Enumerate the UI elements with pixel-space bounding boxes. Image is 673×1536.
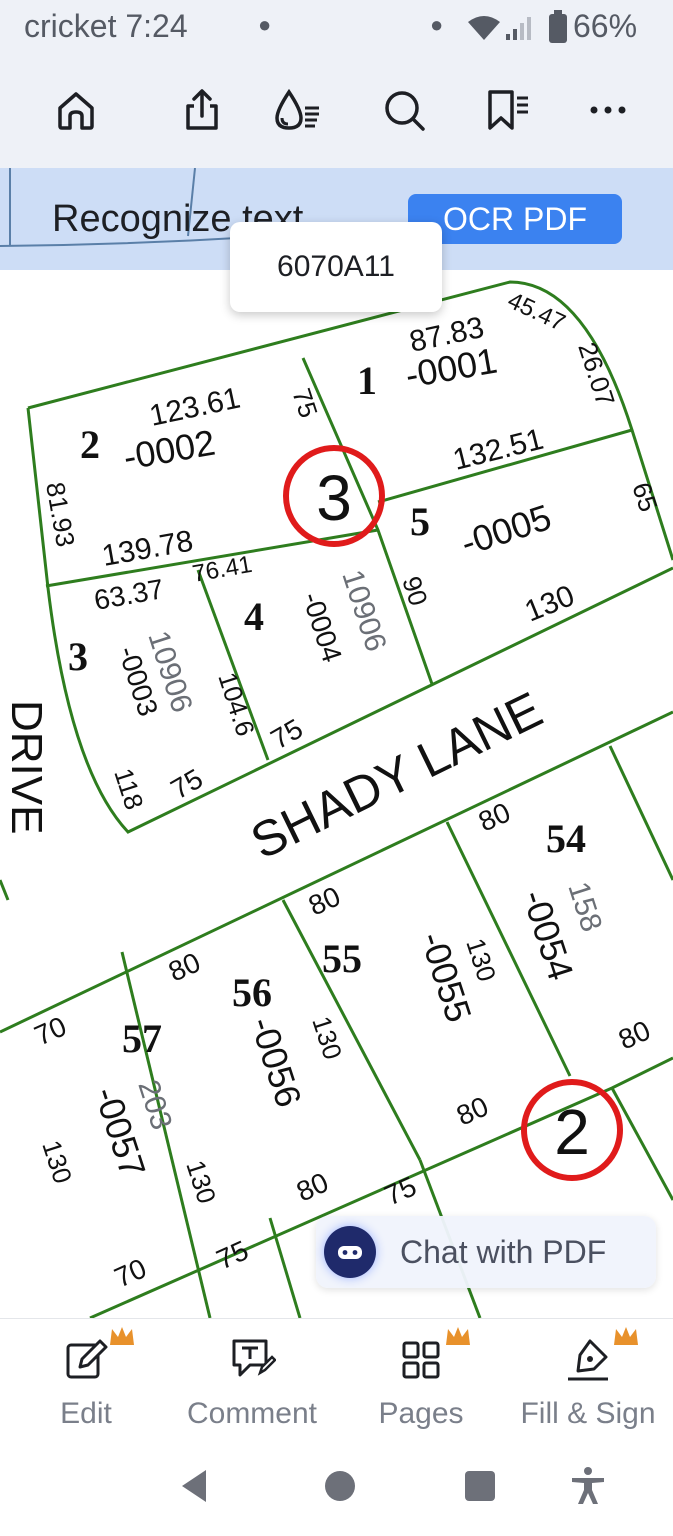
notification-dot-icon: ● (258, 12, 272, 37)
lot-number-57: 57 (122, 1016, 162, 1061)
dim-80-lot56-bottom: 80 (292, 1166, 333, 1207)
premium-crown-icon (110, 1327, 134, 1345)
dim-118: 118 (108, 765, 149, 814)
selection-tooltip[interactable]: 6070A11 (230, 222, 442, 312)
marker-label-3: 3 (316, 462, 352, 534)
lot-number-56: 56 (232, 970, 272, 1015)
chat-with-pdf-button[interactable]: Chat with PDF (316, 1216, 656, 1288)
lot-number-5: 5 (410, 499, 430, 544)
pdf-toolbar (0, 64, 673, 168)
edit-label: Edit (60, 1397, 112, 1430)
back-icon[interactable] (176, 1466, 216, 1506)
home-nav-icon[interactable] (320, 1466, 360, 1506)
dim-81-93: 81.93 (40, 480, 81, 549)
fill-sign-label: Fill & Sign (520, 1397, 656, 1430)
recents-icon[interactable] (460, 1466, 500, 1506)
status-bar: cricket 7:24 ● ● 66% (0, 0, 673, 64)
dim-80-lot54-bottom: 80 (614, 1014, 655, 1055)
notification-dot-icon: ● (430, 12, 444, 37)
lot-id-0004: -0004 (296, 588, 348, 666)
lot-number-54: 54 (546, 816, 586, 861)
battery-icon (549, 10, 567, 43)
marker-label-2: 2 (554, 1096, 590, 1168)
fill-sign-icon (568, 1339, 608, 1381)
lot-number-4: 4 (244, 594, 264, 639)
status-carrier-time: cricket 7:24 (24, 8, 188, 45)
more-icon (590, 106, 626, 114)
lot-number-3: 3 (68, 634, 88, 679)
dim-45-47: 45.47 (503, 287, 569, 337)
carrier-label: cricket (24, 8, 117, 44)
comment-icon (232, 1339, 276, 1377)
street-label-drive: DRIVE (2, 700, 51, 834)
bookmark-list-icon (488, 90, 528, 130)
dim-75-lower: 75 (212, 1234, 253, 1275)
chat-with-pdf-label: Chat with PDF (400, 1234, 607, 1270)
dim-90: 90 (396, 573, 433, 610)
dim-76-41: 76.41 (190, 551, 254, 588)
lot-number-55: 55 (322, 936, 362, 981)
ai-bot-icon (324, 1226, 376, 1278)
ink-icon (275, 88, 319, 130)
home-icon (58, 92, 94, 130)
lot-id-0005: -0005 (456, 496, 556, 563)
street-label-shady-lane: SHADY LANE (242, 681, 550, 870)
dim-75-lot3: 75 (166, 763, 208, 805)
pdf-page-viewport[interactable]: SHADY LANE DRIVE 1 2 3 4 5 54 55 56 57 -… (0, 270, 673, 1318)
comment-button[interactable]: Comment (176, 1319, 328, 1437)
pages-label: Pages (378, 1397, 464, 1430)
bottom-tool-bar: Edit Comment Pages Fill & Sign (0, 1318, 673, 1437)
accessibility-icon[interactable] (568, 1466, 608, 1506)
home-button[interactable] (48, 82, 104, 138)
system-nav-bar (0, 1436, 673, 1536)
lot-id-0002: -0002 (120, 422, 218, 478)
edit-icon (66, 1339, 108, 1379)
share-button[interactable] (174, 82, 230, 138)
ink-button[interactable] (270, 82, 326, 138)
more-options-button[interactable] (580, 82, 636, 138)
search-icon (385, 91, 425, 131)
bookmark-list-button[interactable] (480, 82, 536, 138)
clock-time: 7:24 (125, 8, 188, 44)
premium-crown-icon (446, 1327, 470, 1345)
marker-2: 2 (521, 1079, 623, 1181)
dim-130-lot57: 130 (180, 1157, 222, 1208)
search-button[interactable] (376, 82, 432, 138)
marker-3: 3 (283, 445, 385, 547)
pages-icon (402, 1341, 440, 1379)
dim-104-6: 104.6 (212, 669, 261, 740)
dim-130-lot56: 130 (306, 1013, 348, 1064)
edit-button[interactable]: Edit (22, 1319, 150, 1437)
dim-75-lower-right: 75 (380, 1170, 421, 1211)
dim-63-37: 63.37 (92, 573, 166, 616)
signal-icon (506, 17, 531, 40)
dim-26-07: 26.07 (572, 339, 621, 410)
dim-80-lot55: 80 (304, 880, 345, 921)
dim-130-left: 130 (36, 1137, 78, 1188)
battery-percent: 66% (573, 8, 638, 44)
dim-139-78: 139.78 (99, 524, 195, 572)
dim-80-lot55-bottom: 80 (452, 1090, 493, 1131)
premium-crown-icon (614, 1327, 638, 1345)
lot-number-1: 1 (357, 358, 377, 403)
fill-sign-button[interactable]: Fill & Sign (508, 1319, 668, 1437)
comment-label: Comment (186, 1397, 318, 1430)
lot-id-0056: -0056 (242, 1012, 309, 1112)
dim-130-lot5: 130 (520, 579, 579, 628)
share-icon (186, 89, 218, 130)
tax-map-drawing: SHADY LANE DRIVE 1 2 3 4 5 54 55 56 57 -… (0, 280, 673, 1318)
dim-70-lot57-bottom: 70 (110, 1252, 151, 1293)
wifi-icon (468, 16, 500, 40)
dim-70-lot57: 70 (30, 1010, 71, 1051)
lot-number-2: 2 (80, 422, 100, 467)
pages-button[interactable]: Pages (358, 1319, 484, 1437)
lot-book-54: 158 (561, 878, 608, 936)
